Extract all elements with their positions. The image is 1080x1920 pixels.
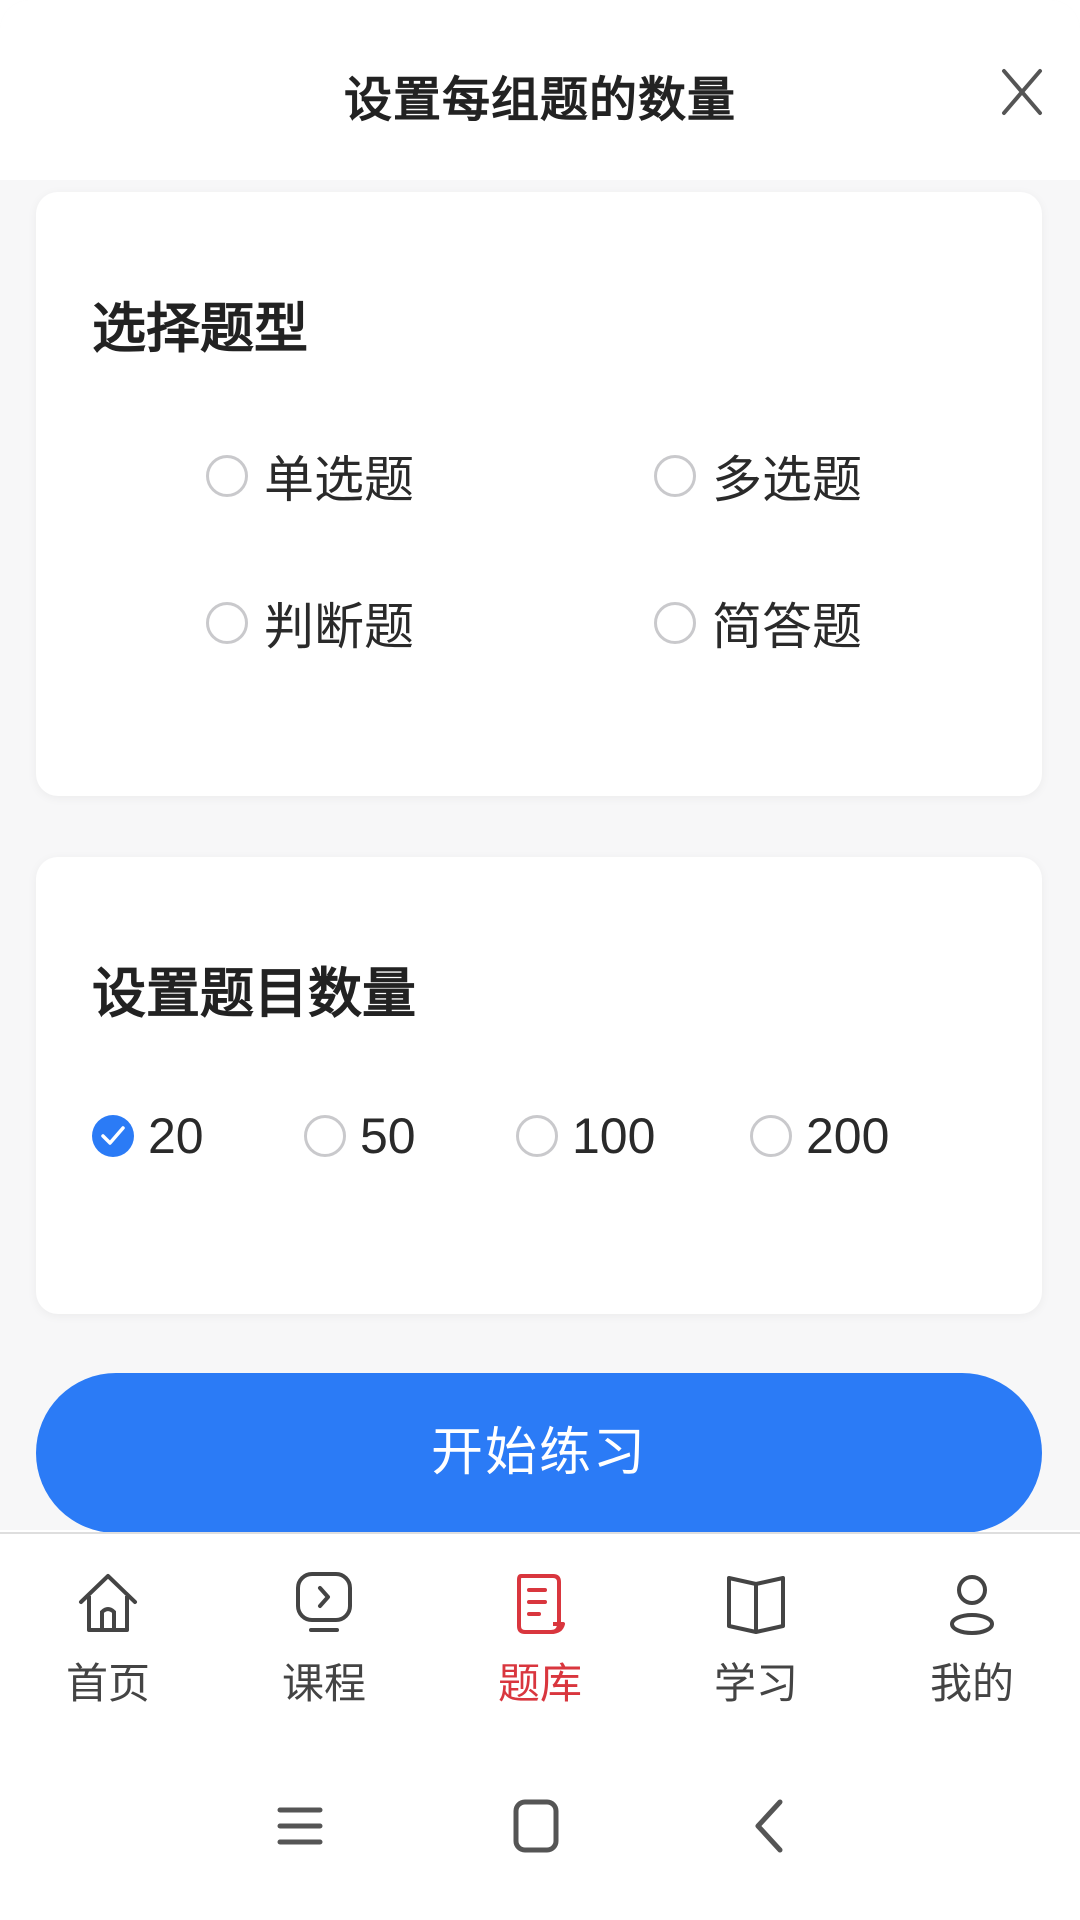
radio-circle[interactable] xyxy=(206,602,248,644)
checkmark-icon xyxy=(101,1126,125,1145)
count-label: 20 xyxy=(148,1108,204,1164)
home-button-icon[interactable] xyxy=(504,1794,568,1858)
count-label: 50 xyxy=(360,1108,416,1164)
question-type-title: 选择题型 xyxy=(92,297,308,360)
page: 设置每组题的数量 选择题型 单选题 多选题 判断题 简答题 设置题目数量 20 … xyxy=(0,0,1080,1920)
bottom-nav: 首页 课程 题库 学习 我的 xyxy=(0,1532,1080,1734)
radio-true-false[interactable]: 判断题 xyxy=(206,587,414,659)
start-practice-button[interactable]: 开始练习 xyxy=(36,1373,1042,1533)
nav-label: 我的 xyxy=(929,1659,1014,1708)
course-play-icon xyxy=(296,1572,352,1632)
radio-circle[interactable] xyxy=(206,455,248,497)
nav-label: 题库 xyxy=(497,1659,582,1708)
close-icon xyxy=(1002,69,1042,115)
radio-label: 多选题 xyxy=(712,451,862,509)
nav-label: 首页 xyxy=(65,1659,150,1708)
close-button[interactable] xyxy=(1000,65,1044,119)
radio-label: 简答题 xyxy=(712,598,862,656)
book-icon xyxy=(727,1576,785,1634)
sheet-title: 设置每组题的数量 xyxy=(343,72,736,128)
nav-label: 学习 xyxy=(713,1659,798,1708)
radio-circle[interactable] xyxy=(750,1115,792,1157)
question-count-title: 设置题目数量 xyxy=(92,962,416,1025)
radio-circle[interactable] xyxy=(516,1115,558,1157)
count-option-200[interactable]: 200 xyxy=(750,1107,889,1165)
question-count-card: 设置题目数量 20 50 100 200 xyxy=(36,857,1042,1314)
system-nav-bar xyxy=(0,1734,1080,1920)
nav-label: 课程 xyxy=(281,1659,366,1708)
profile-icon xyxy=(950,1575,994,1635)
radio-multiple-choice[interactable]: 多选题 xyxy=(654,440,862,512)
question-bank-icon xyxy=(517,1574,565,1634)
home-icon xyxy=(79,1574,137,1632)
radio-circle[interactable] xyxy=(304,1115,346,1157)
nav-item-home[interactable]: 首页 xyxy=(0,1534,216,1734)
nav-item-question-bank[interactable]: 题库 xyxy=(432,1534,648,1734)
radio-label: 单选题 xyxy=(264,451,414,509)
count-label: 100 xyxy=(572,1108,656,1164)
radio-single-choice[interactable]: 单选题 xyxy=(206,440,414,512)
sheet-header: 设置每组题的数量 xyxy=(0,0,1080,180)
count-option-50[interactable]: 50 xyxy=(304,1107,416,1165)
radio-short-answer[interactable]: 简答题 xyxy=(654,587,862,659)
radio-checked[interactable] xyxy=(92,1115,134,1157)
nav-item-course[interactable]: 课程 xyxy=(216,1534,432,1734)
count-option-100[interactable]: 100 xyxy=(516,1107,655,1165)
nav-item-profile[interactable]: 我的 xyxy=(864,1534,1080,1734)
radio-circle[interactable] xyxy=(654,602,696,644)
back-icon[interactable] xyxy=(740,1794,804,1858)
count-label: 200 xyxy=(806,1108,890,1164)
question-type-card: 选择题型 单选题 多选题 判断题 简答题 xyxy=(36,192,1042,796)
radio-circle[interactable] xyxy=(654,455,696,497)
radio-label: 判断题 xyxy=(264,598,414,656)
count-option-20[interactable]: 20 xyxy=(92,1107,204,1165)
recent-apps-icon[interactable] xyxy=(268,1794,332,1858)
nav-item-study[interactable]: 学习 xyxy=(648,1534,864,1734)
